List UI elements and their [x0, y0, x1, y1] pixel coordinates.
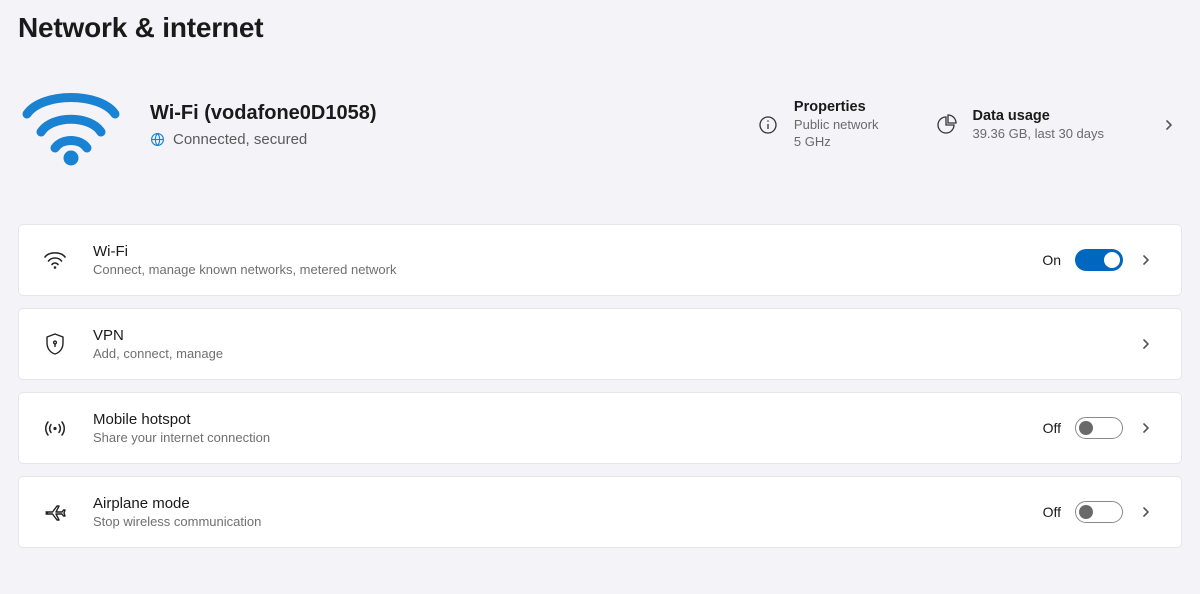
hotspot-title: Mobile hotspot: [93, 411, 1019, 428]
hotspot-state-label: Off: [1043, 420, 1061, 436]
shield-icon: [41, 332, 69, 356]
info-icon: [756, 113, 780, 137]
vpn-setting-row[interactable]: VPN Add, connect, manage: [18, 308, 1182, 380]
airplane-icon: [41, 501, 69, 523]
globe-icon: [150, 132, 165, 147]
airplane-toggle[interactable]: [1075, 501, 1123, 523]
connection-status: Connected, secured: [173, 131, 307, 148]
hotspot-subtitle: Share your internet connection: [93, 430, 1019, 445]
vpn-subtitle: Add, connect, manage: [93, 346, 1113, 361]
properties-panel[interactable]: Properties Public network 5 GHz: [756, 99, 879, 151]
hotspot-setting-row[interactable]: Mobile hotspot Share your internet conne…: [18, 392, 1182, 464]
current-connection-row: Wi-Fi (vodafone0D1058) Connected, secure…: [18, 84, 1182, 166]
pie-chart-icon: [934, 113, 958, 137]
hotspot-icon: [41, 417, 69, 439]
properties-heading: Properties: [794, 99, 879, 115]
chevron-right-icon[interactable]: [1137, 503, 1155, 521]
data-usage-heading: Data usage: [972, 108, 1104, 124]
wifi-signal-icon: [18, 84, 124, 166]
wifi-subtitle: Connect, manage known networks, metered …: [93, 262, 1018, 277]
hotspot-toggle[interactable]: [1075, 417, 1123, 439]
data-usage-panel[interactable]: Data usage 39.36 GB, last 30 days: [934, 108, 1104, 143]
wifi-toggle[interactable]: [1075, 249, 1123, 271]
chevron-right-icon[interactable]: [1137, 419, 1155, 437]
chevron-right-icon[interactable]: [1137, 251, 1155, 269]
vpn-title: VPN: [93, 327, 1113, 344]
properties-network-type: Public network: [794, 117, 879, 134]
wifi-title: Wi-Fi: [93, 243, 1018, 260]
chevron-right-icon[interactable]: [1160, 116, 1178, 134]
properties-band: 5 GHz: [794, 134, 879, 151]
airplane-state-label: Off: [1043, 504, 1061, 520]
page-title: Network & internet: [18, 12, 1182, 44]
chevron-right-icon[interactable]: [1137, 335, 1155, 353]
airplane-title: Airplane mode: [93, 495, 1019, 512]
wifi-state-label: On: [1042, 252, 1061, 268]
wifi-icon: [41, 250, 69, 270]
airplane-subtitle: Stop wireless communication: [93, 514, 1019, 529]
airplane-setting-row[interactable]: Airplane mode Stop wireless communicatio…: [18, 476, 1182, 548]
wifi-setting-row[interactable]: Wi-Fi Connect, manage known networks, me…: [18, 224, 1182, 296]
connection-name: Wi-Fi (vodafone0D1058): [150, 102, 730, 125]
data-usage-detail: 39.36 GB, last 30 days: [972, 126, 1104, 143]
